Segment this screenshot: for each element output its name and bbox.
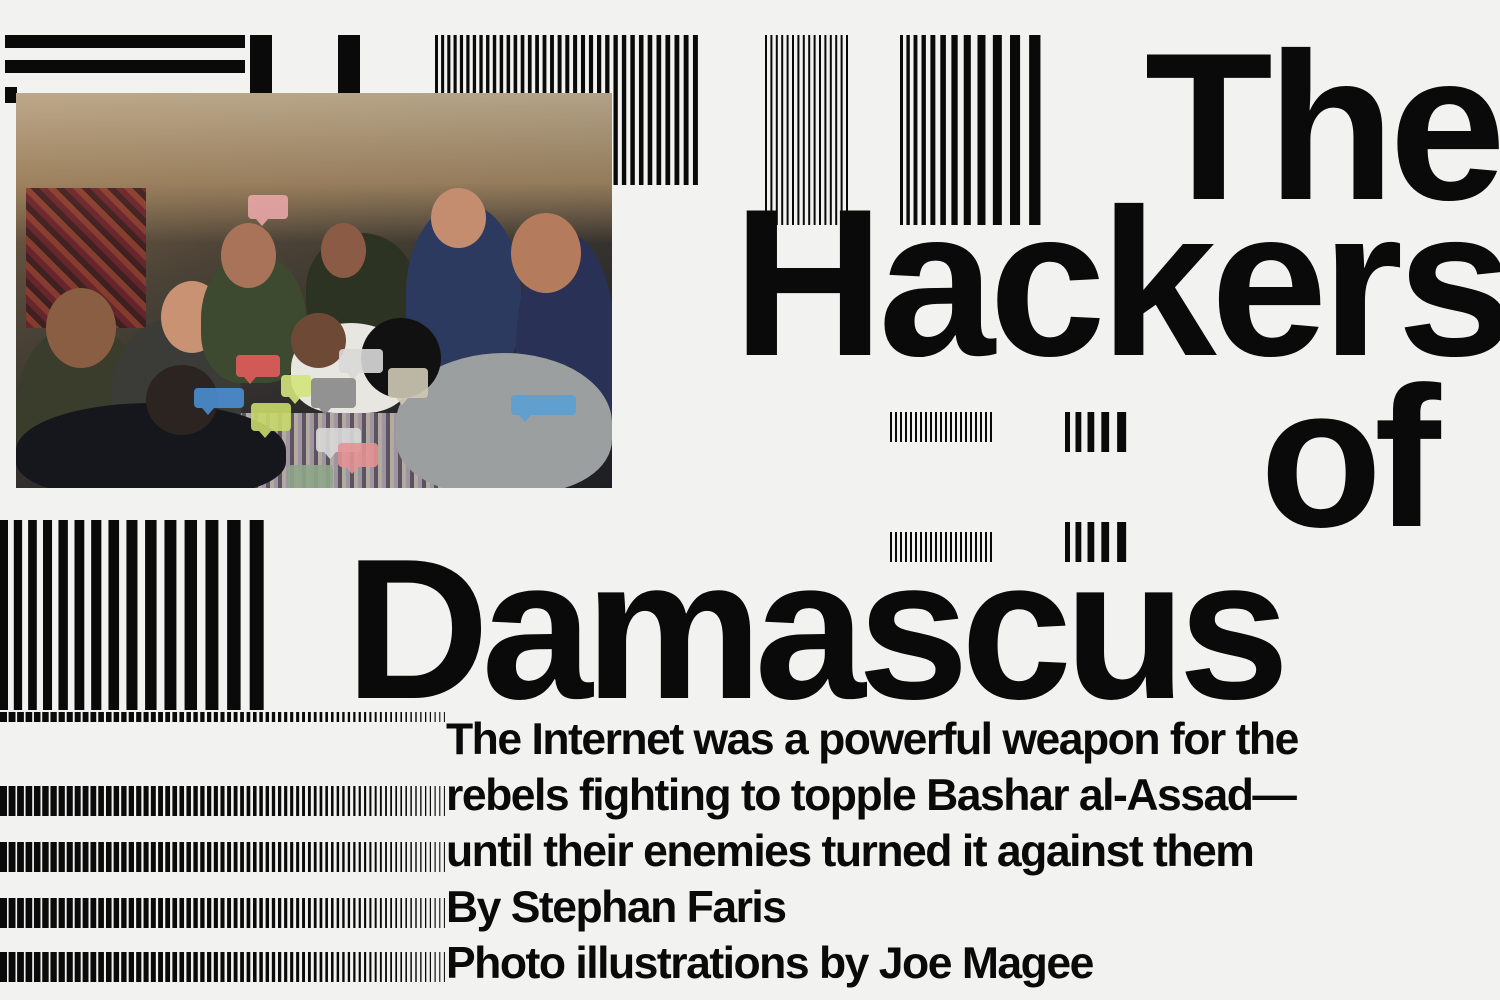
glitch-stripes-d-row xyxy=(0,520,264,710)
headline-word-damascus: Damascus xyxy=(345,518,1290,741)
headline-word-of: of xyxy=(1260,346,1441,569)
deck-line-3: until their enemies turned it against th… xyxy=(446,827,1255,876)
deck-line-2: rebels fighting to topple Bashar al-Assa… xyxy=(446,771,1297,820)
article-photo xyxy=(16,93,612,488)
article-deck: The Internet was a powerful weapon for t… xyxy=(446,712,1299,992)
glitch-stripes-bottom-left xyxy=(0,712,445,982)
deck-line-1: The Internet was a powerful weapon for t… xyxy=(446,715,1299,764)
photo-credit: Photo illustrations by Joe Magee xyxy=(446,939,1094,988)
byline: By Stephan Faris xyxy=(446,883,787,932)
